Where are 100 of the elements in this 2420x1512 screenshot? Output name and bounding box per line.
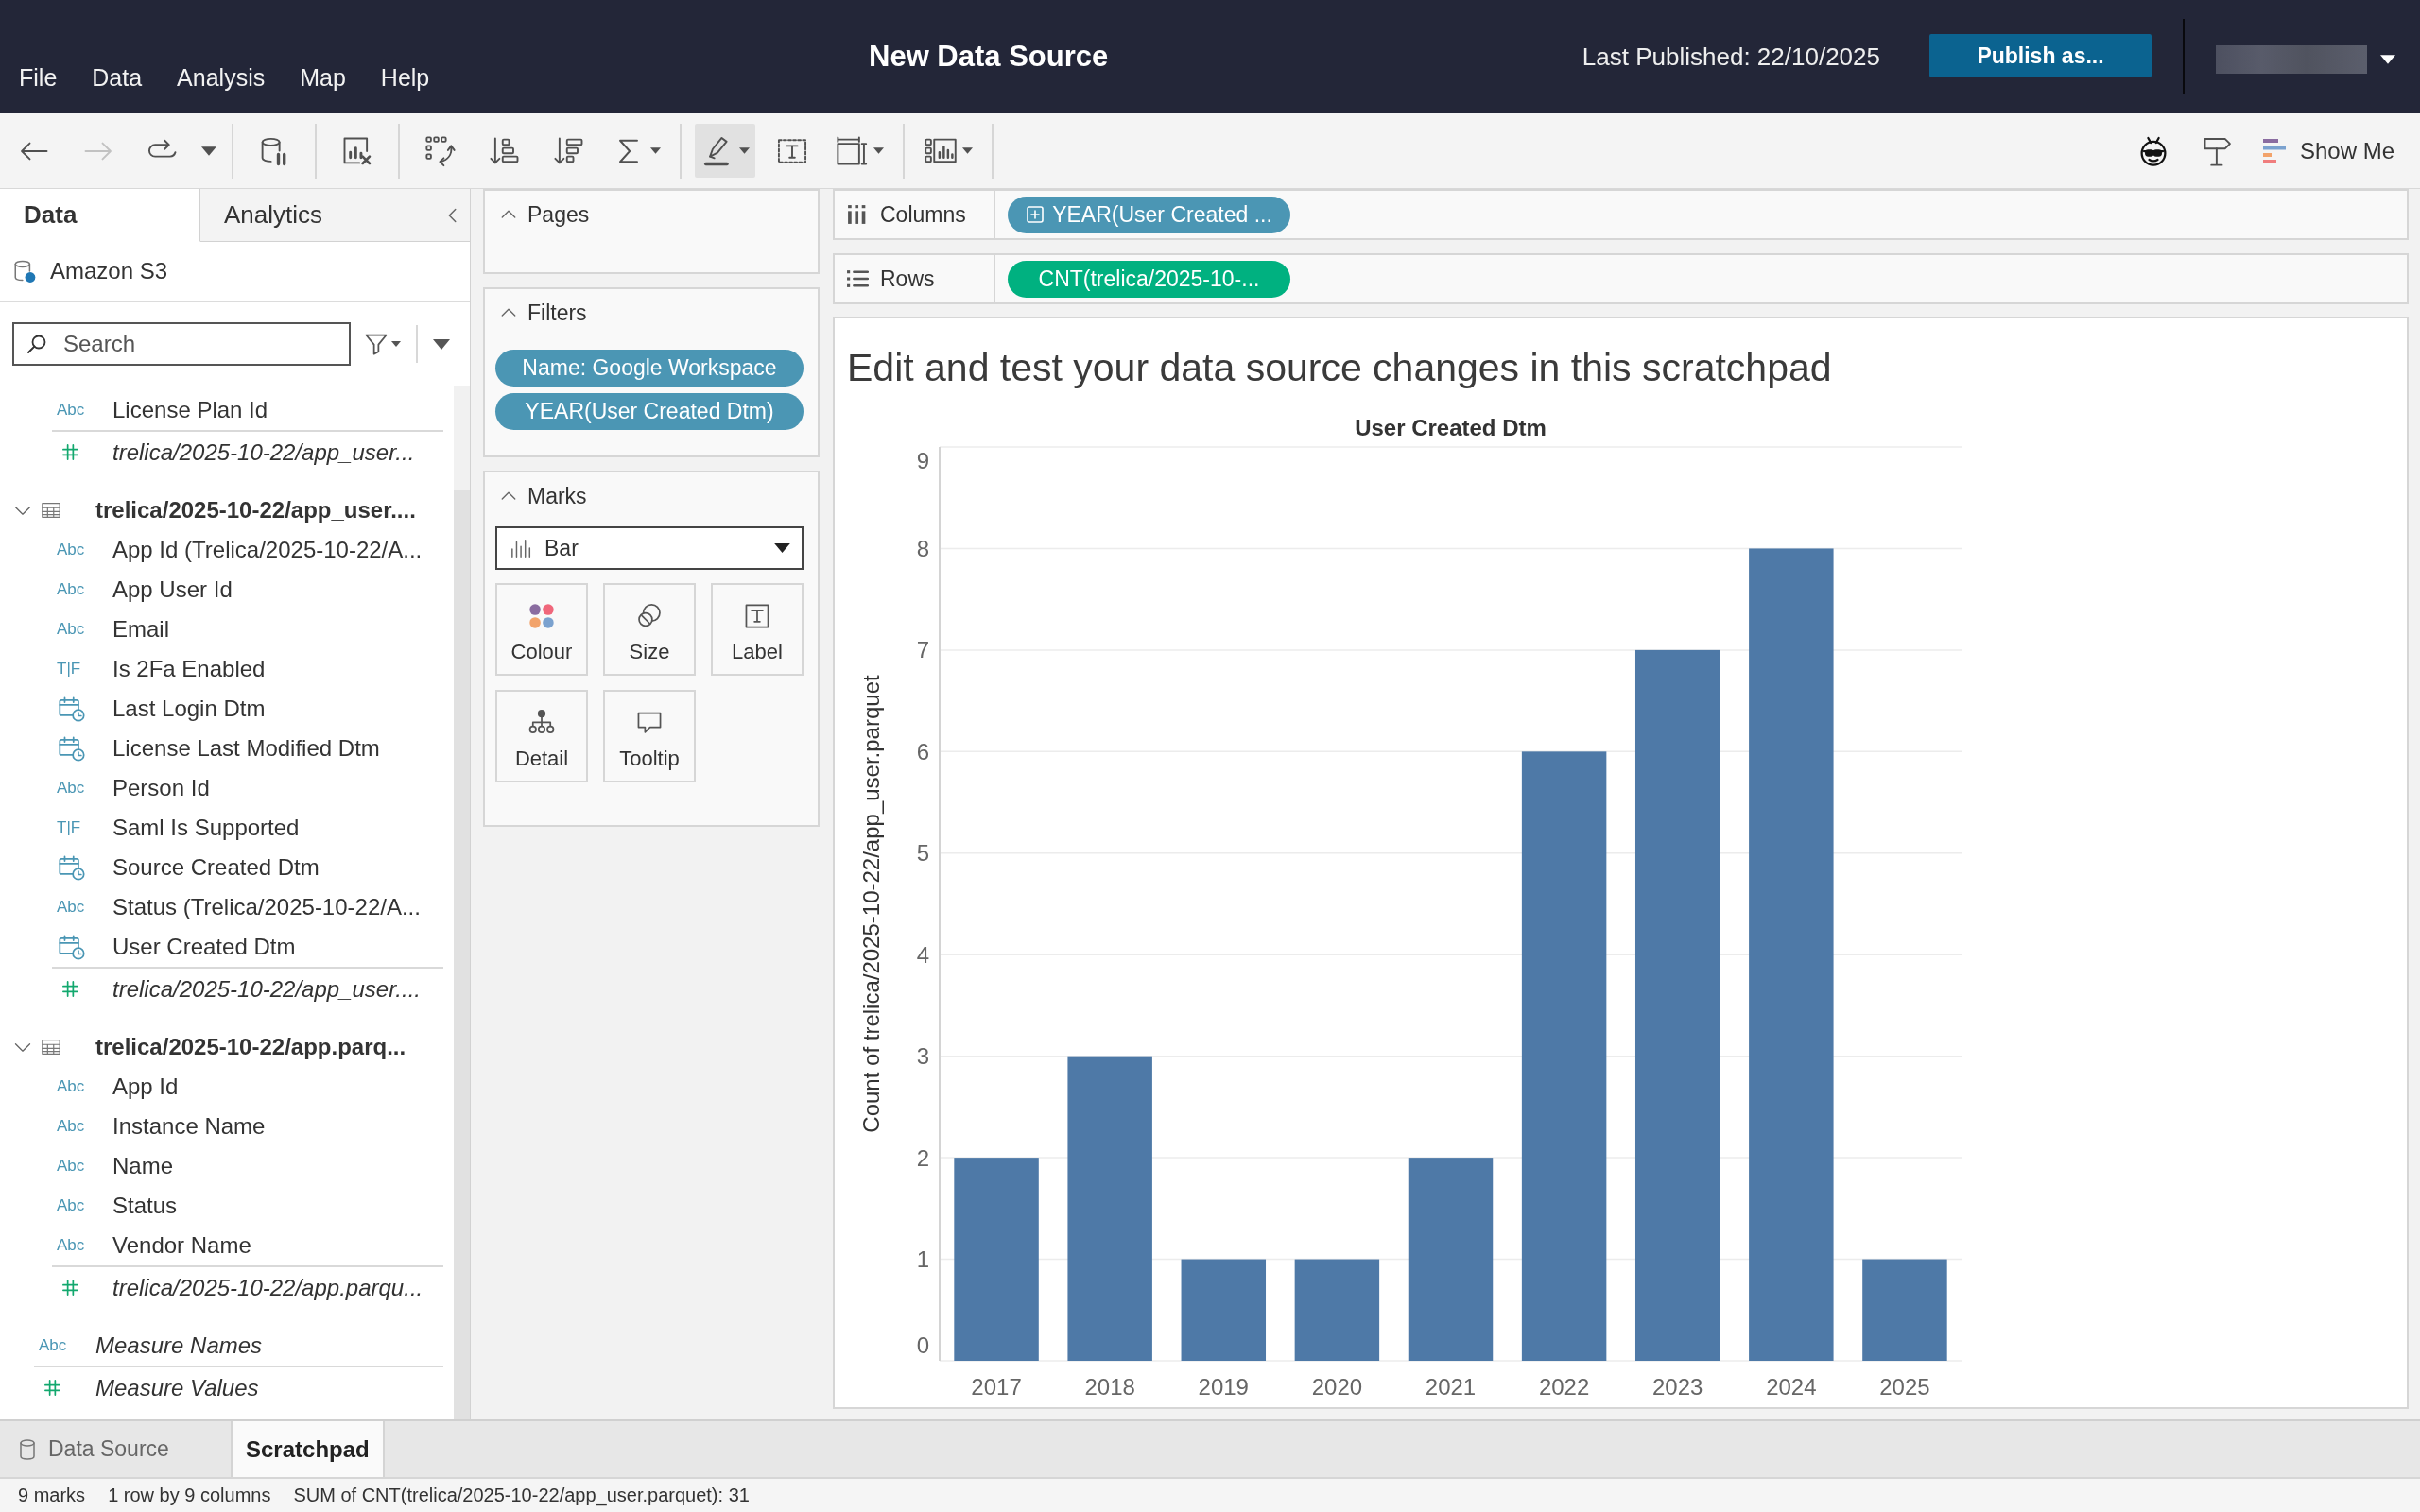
hash-icon: [61, 980, 79, 998]
axis-tick-label: 8: [916, 535, 929, 561]
field-name[interactable]: Measure Values: [95, 1374, 259, 1401]
publish-button[interactable]: Publish as...: [1929, 34, 2152, 77]
table-name[interactable]: trelica/2025-10-22/app_user....: [95, 497, 416, 524]
axis-tick-label: 6: [916, 738, 929, 765]
pane-tab[interactable]: Data: [0, 189, 200, 242]
field-name[interactable]: License Plan Id: [112, 397, 268, 423]
bar-chart-icon: [2261, 137, 2287, 164]
swap-icon: [424, 133, 458, 168]
field-name[interactable]: App User Id: [112, 576, 233, 603]
search-icon: [26, 333, 48, 355]
caret-icon: [873, 147, 884, 154]
caret-icon: [962, 147, 973, 154]
axis-tick-label: 2: [916, 1144, 929, 1171]
axis-tick-label: 7: [916, 637, 929, 663]
bar-chart-icon: [510, 538, 533, 558]
caret-icon: [201, 146, 216, 156]
highlight-button[interactable]: [695, 124, 755, 178]
hash-icon: [43, 1379, 61, 1397]
axis-tick-label: 9: [916, 447, 929, 473]
tooltip-button[interactable]: Tooltip: [603, 690, 696, 782]
card-title[interactable]: Pages: [527, 201, 590, 228]
data-source-name[interactable]: Amazon S3: [50, 258, 168, 284]
axis-tick-label: 2017: [971, 1373, 1022, 1400]
data-type-label: Abc: [57, 1077, 85, 1096]
field-name[interactable]: trelica/2025-10-22/app_user...: [112, 438, 415, 466]
field-name[interactable]: trelica/2025-10-22/app.parqu...: [112, 1274, 424, 1301]
axis-tick-label: 2018: [1084, 1373, 1135, 1400]
field-name[interactable]: Status (Trelica/2025-10-22/A...: [112, 894, 421, 920]
size-button[interactable]: Size: [603, 583, 696, 676]
menu-item[interactable]: Analysis: [177, 62, 266, 93]
card-title[interactable]: Filters: [527, 300, 587, 326]
list-icon: [846, 267, 869, 290]
field-name[interactable]: trelica/2025-10-22/app_user....: [112, 975, 421, 1003]
field-name[interactable]: Name: [112, 1153, 174, 1179]
data-type-label: T|F: [57, 660, 81, 679]
colour-button[interactable]: Colour: [495, 583, 588, 676]
sheet-tab[interactable]: Scratchpad: [233, 1421, 385, 1477]
data-type-label: Abc: [57, 779, 85, 798]
data-type-label: Abc: [57, 580, 85, 599]
publish-status: Last Published: 22/10/2025: [1582, 42, 1880, 73]
data-type-label: Abc: [57, 898, 85, 917]
field-name[interactable]: App Id (Trelica/2025-10-22/A...: [112, 537, 423, 563]
axis-header: User Created Dtm: [1355, 414, 1547, 440]
field-name[interactable]: License Last Modified Dtm: [112, 735, 380, 762]
detail-button[interactable]: Detail: [495, 690, 588, 782]
field-name[interactable]: Instance Name: [112, 1113, 266, 1140]
sheet-title: Edit and test your data source changes in this scratchpad: [847, 345, 1832, 392]
axis-tick-label: 1: [916, 1246, 929, 1273]
field-name[interactable]: Email: [112, 616, 169, 643]
axis-tick-label: 4: [916, 941, 929, 968]
database-icon: [18, 1437, 37, 1461]
field-name[interactable]: Person Id: [112, 775, 210, 801]
menu-item[interactable]: Map: [300, 62, 346, 93]
axis-tick-label: 2022: [1538, 1373, 1590, 1400]
field-name[interactable]: Last Login Dtm: [112, 696, 266, 722]
caret-icon: [2380, 55, 2395, 64]
table-name[interactable]: trelica/2025-10-22/app.parq...: [95, 1034, 406, 1060]
status-text: 1 row by 9 columns: [108, 1485, 271, 1506]
menu-item[interactable]: Help: [380, 62, 430, 93]
data-type-label: Abc: [57, 1196, 85, 1215]
field-name[interactable]: Measure Names: [95, 1332, 263, 1359]
label-button[interactable]: Label: [711, 583, 804, 676]
field-name[interactable]: Status: [112, 1193, 178, 1219]
field-name[interactable]: App Id: [112, 1074, 179, 1100]
pane-tab[interactable]: Analytics: [200, 189, 436, 242]
status-text: 9 marks: [18, 1485, 86, 1506]
field-name[interactable]: User Created Dtm: [112, 934, 296, 960]
caret-icon: [391, 341, 401, 347]
data-type-label: T|F: [57, 818, 81, 837]
calendar-clock-icon: [58, 933, 86, 961]
axis-title: Count of trelica/2025-10-22/app_user.parquet: [857, 675, 884, 1133]
axis-tick-label: 2024: [1766, 1373, 1817, 1400]
card-title[interactable]: Marks: [527, 483, 587, 509]
field-name[interactable]: Source Created Dtm: [112, 854, 320, 881]
database-icon: [12, 259, 37, 284]
caret-icon: [433, 338, 450, 350]
text-box-icon: [743, 602, 771, 630]
mark-type-dropdown[interactable]: Bar: [495, 526, 804, 570]
axis-tick-label: 2025: [1879, 1373, 1930, 1400]
shelf-label: Columns: [880, 201, 966, 228]
calendar-clock-icon: [58, 734, 86, 763]
axis-tick-label: 2021: [1425, 1373, 1477, 1400]
data-type-label: Abc: [57, 1236, 85, 1255]
caret-icon: [650, 147, 661, 154]
field-name[interactable]: Is 2Fa Enabled: [112, 656, 266, 682]
field-name[interactable]: Vendor Name: [112, 1232, 251, 1259]
hash-icon: [61, 443, 79, 461]
axis-tick-label: 2019: [1198, 1373, 1249, 1400]
axis-tick-label: 5: [916, 840, 929, 867]
show-me-button[interactable]: Show Me: [2254, 124, 2402, 178]
menu-item[interactable]: Data: [92, 62, 143, 93]
field-name[interactable]: Saml Is Supported: [112, 815, 300, 841]
axis-tick-label: 3: [916, 1043, 929, 1070]
shelf-label: Rows: [880, 266, 935, 292]
data-type-label: Abc: [39, 1336, 67, 1355]
menu-item[interactable]: File: [19, 62, 58, 93]
data-type-label: Abc: [57, 1157, 85, 1176]
search-field[interactable]: Search: [12, 322, 351, 366]
